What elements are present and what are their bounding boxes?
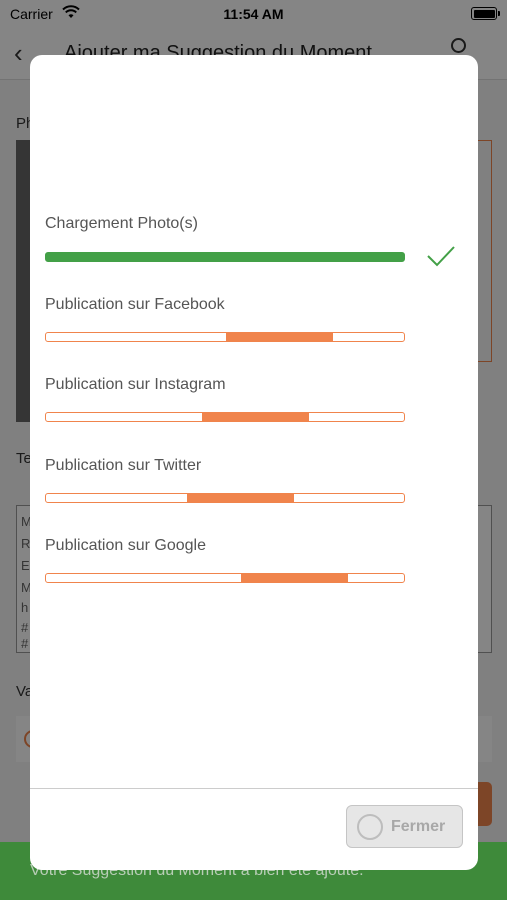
checkmark-icon (427, 246, 455, 267)
progress-bar-twitter (45, 493, 405, 503)
progress-indicator (241, 574, 348, 582)
step-label-facebook: Publication sur Facebook (45, 296, 225, 313)
close-button-label: Fermer (391, 818, 446, 835)
divider (30, 788, 478, 789)
step-label-twitter: Publication sur Twitter (45, 457, 202, 474)
step-label-photos: Chargement Photo(s) (45, 215, 198, 232)
progress-indicator (187, 494, 294, 502)
step-label-google: Publication sur Google (45, 537, 206, 554)
close-button[interactable]: Fermer (346, 805, 463, 848)
progress-indicator (226, 333, 333, 341)
progress-bar-google (45, 573, 405, 583)
progress-bar-instagram (45, 412, 405, 422)
upload-progress-modal: Chargement Photo(s) Publication sur Face… (30, 55, 478, 870)
loading-spinner-icon (357, 814, 383, 840)
progress-indicator (202, 413, 309, 421)
progress-bar-facebook (45, 332, 405, 342)
step-label-instagram: Publication sur Instagram (45, 376, 226, 393)
progress-bar-photos (45, 252, 405, 262)
